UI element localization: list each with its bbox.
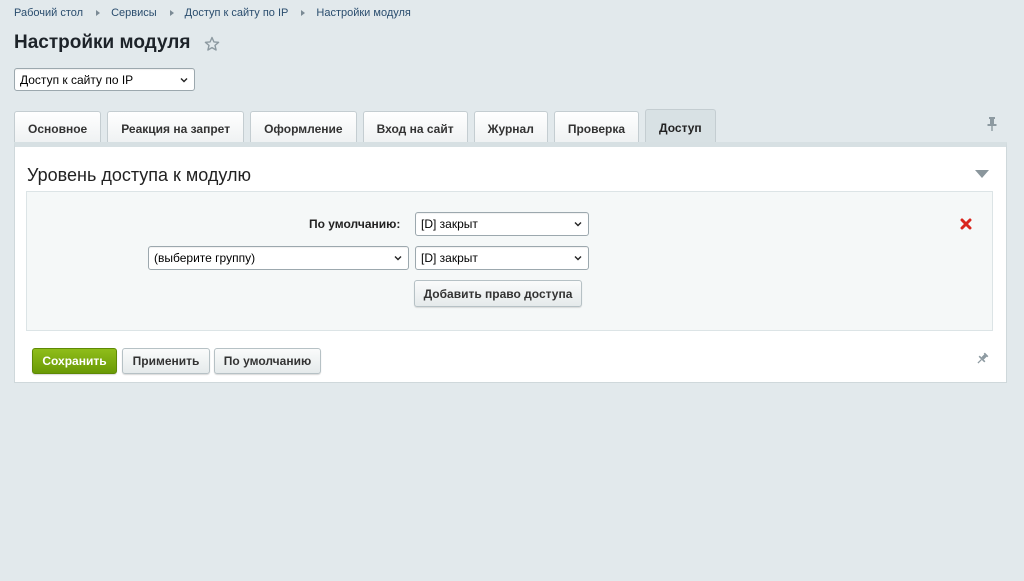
module-select[interactable]: Доступ к сайту по IP — [14, 68, 195, 91]
breadcrumb-arrow-icon — [169, 10, 174, 16]
tab-appearance[interactable]: Оформление — [250, 111, 357, 144]
breadcrumb-item-services[interactable]: Сервисы — [111, 7, 157, 19]
group-access-value: [D] закрыт — [421, 251, 478, 265]
add-access-right-button[interactable]: Добавить право доступа — [414, 280, 582, 307]
default-access-value: [D] закрыт — [421, 217, 478, 231]
tab-log[interactable]: Журнал — [473, 111, 548, 144]
chevron-down-icon — [574, 222, 582, 227]
access-rights-block: По умолчанию: [D] закрыт (выберите групп… — [26, 191, 993, 331]
page-title: Настройки модуля — [14, 32, 191, 53]
tab-ban-reaction[interactable]: Реакция на запрет — [107, 111, 245, 144]
default-access-label: По умолчанию: — [309, 217, 401, 231]
apply-button[interactable]: Применить — [122, 348, 210, 374]
pin-icon[interactable] — [975, 352, 989, 366]
save-button[interactable]: Сохранить — [32, 348, 117, 374]
delete-icon[interactable] — [960, 218, 972, 230]
chevron-down-icon — [180, 77, 188, 82]
module-select-value: Доступ к сайту по IP — [20, 72, 134, 87]
section-title: Уровень доступа к модулю — [27, 165, 252, 185]
breadcrumb: Рабочий стол Сервисы Доступ к сайту по I… — [14, 7, 411, 19]
breadcrumb-item-desktop[interactable]: Рабочий стол — [14, 7, 83, 19]
tab-main[interactable]: Основное — [14, 111, 102, 144]
pin-icon[interactable] — [985, 116, 999, 132]
title-row: Настройки модуля — [14, 32, 220, 54]
restore-defaults-button[interactable]: По умолчанию — [214, 348, 321, 374]
star-icon[interactable] — [204, 36, 220, 52]
access-panel: Уровень доступа к модулю По умолчанию: [… — [14, 142, 1007, 383]
breadcrumb-arrow-icon — [301, 10, 306, 16]
breadcrumb-item-module-settings[interactable]: Настройки модуля — [316, 7, 410, 19]
default-access-select[interactable]: [D] закрыт — [415, 212, 589, 236]
group-select-value: (выберите группу) — [154, 251, 256, 265]
group-select[interactable]: (выберите группу) — [148, 246, 409, 270]
tab-site-login[interactable]: Вход на сайт — [362, 111, 468, 144]
group-access-select[interactable]: [D] закрыт — [415, 246, 589, 270]
collapse-arrow-icon[interactable] — [975, 170, 989, 178]
tab-check[interactable]: Проверка — [553, 111, 640, 144]
chevron-down-icon — [574, 256, 582, 261]
tab-bar: Основное Реакция на запрет Оформление Вх… — [14, 109, 722, 144]
breadcrumb-item-ip-access[interactable]: Доступ к сайту по IP — [185, 7, 289, 19]
breadcrumb-arrow-icon — [96, 10, 101, 16]
chevron-down-icon — [394, 256, 402, 261]
tab-access[interactable]: Доступ — [645, 109, 716, 144]
